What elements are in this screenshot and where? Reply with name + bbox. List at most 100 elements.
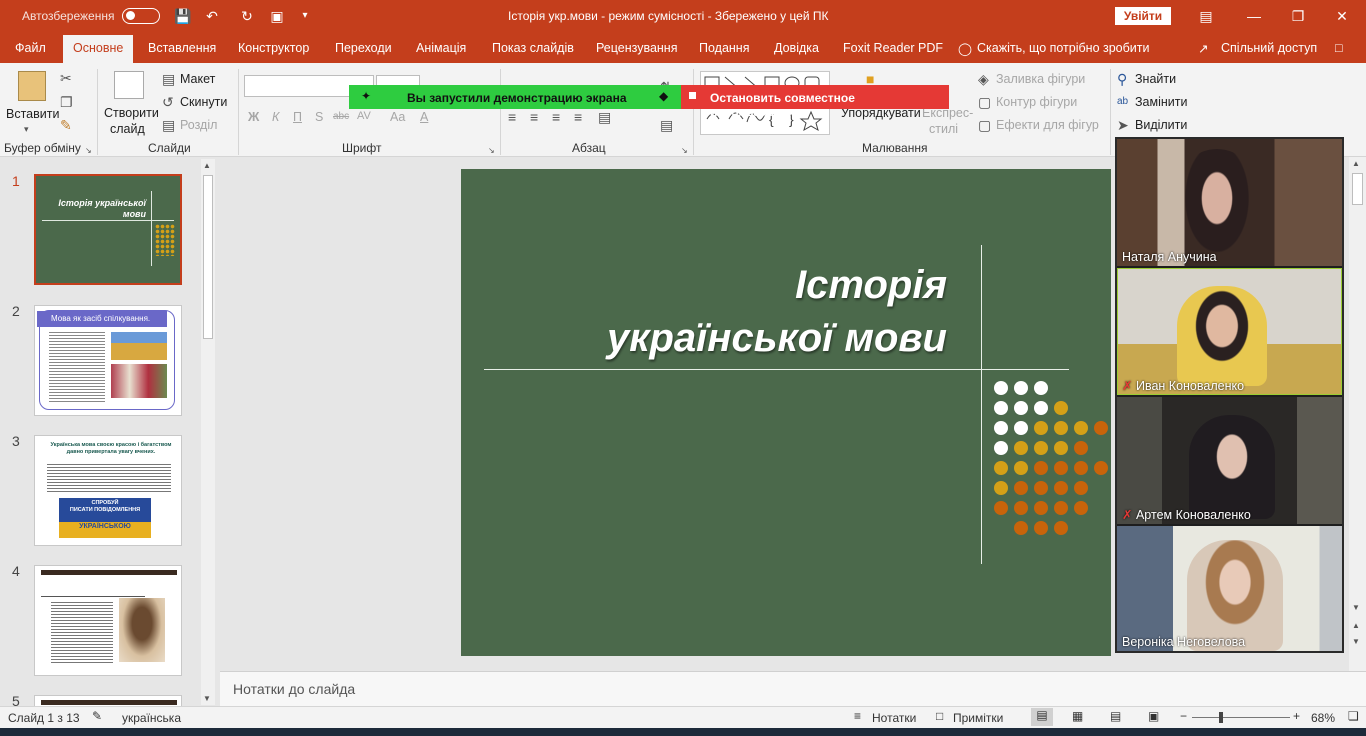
justify-icon[interactable]: ≡: [574, 109, 582, 125]
zoom-level[interactable]: 68%: [1311, 711, 1335, 725]
share-button[interactable]: Спільний доступ: [1221, 41, 1317, 55]
tab-animations[interactable]: Анімація: [416, 41, 466, 55]
separator: [1110, 69, 1111, 155]
format-painter-icon[interactable]: ✎: [60, 117, 72, 133]
tab-design[interactable]: Конструктор: [238, 41, 309, 55]
scroll-down-arrow[interactable]: ▼: [203, 694, 211, 703]
change-case-button[interactable]: Aa: [390, 110, 405, 124]
zoom-slider-thumb[interactable]: [1219, 712, 1223, 723]
redo-icon[interactable]: ↻: [238, 7, 256, 25]
sign-in-button[interactable]: Увійти: [1115, 7, 1171, 25]
scroll-thumb[interactable]: [203, 175, 213, 339]
shape-fill-button[interactable]: Заливка фігури: [996, 72, 1085, 86]
font-color-button[interactable]: A: [420, 110, 428, 124]
tab-view[interactable]: Подання: [699, 41, 749, 55]
char-spacing-button[interactable]: AV: [357, 110, 371, 122]
slide-thumbnail-3[interactable]: Українська мова своєю красою і багатство…: [34, 435, 182, 546]
save-icon[interactable]: 💾: [174, 7, 192, 25]
new-slide-button[interactable]: Створити: [104, 106, 159, 120]
zoom-slider[interactable]: [1192, 712, 1290, 723]
scroll-up-arrow[interactable]: ▲: [203, 161, 211, 170]
slide-thumbnail-2[interactable]: Мова як засіб спілкування.: [34, 305, 182, 416]
zoom-in-button[interactable]: +: [1293, 709, 1300, 723]
minimize-icon[interactable]: —: [1243, 6, 1265, 26]
participant-tile[interactable]: Вероніка Неговелова: [1117, 526, 1342, 651]
close-icon[interactable]: ✕: [1331, 6, 1353, 26]
shape-outline-button[interactable]: Контур фігури: [996, 95, 1077, 109]
replace-button[interactable]: Замінити: [1135, 95, 1187, 109]
columns-icon[interactable]: ▤: [598, 109, 611, 125]
ribbon-tabs: Файл Основне Вставлення Конструктор Пере…: [0, 33, 1366, 63]
present-from-start-icon[interactable]: ▣: [268, 7, 286, 25]
paste-dropdown-icon[interactable]: ▾: [24, 121, 29, 137]
spellcheck-icon[interactable]: ✎: [92, 709, 102, 723]
share-pin-icon[interactable]: ✦: [361, 89, 371, 103]
paste-button[interactable]: Вставити: [6, 107, 59, 121]
tab-insert[interactable]: Вставлення: [148, 41, 216, 55]
current-slide[interactable]: Історія української мови: [461, 169, 1111, 656]
copy-icon[interactable]: ❐: [60, 94, 73, 110]
previous-slide-icon[interactable]: ▲: [1352, 621, 1360, 630]
zoom-out-button[interactable]: −: [1180, 709, 1187, 723]
shape-effects-button[interactable]: Ефекти для фігур: [996, 118, 1099, 132]
tab-foxit[interactable]: Foxit Reader PDF: [843, 41, 943, 55]
group-slides-label: Слайди: [148, 141, 191, 155]
tab-file[interactable]: Файл: [15, 41, 46, 55]
restore-icon[interactable]: ❐: [1287, 6, 1309, 26]
slide-scrollbar[interactable]: ▲ ▼ ▲ ▼: [1349, 157, 1366, 671]
participant-tile[interactable]: Наталя Анучина: [1117, 139, 1342, 266]
align-left-icon[interactable]: ≡: [508, 109, 516, 125]
cut-icon[interactable]: ✂: [60, 70, 72, 86]
slide-sorter-icon[interactable]: ▦: [1072, 709, 1083, 723]
scroll-down-arrow[interactable]: ▼: [1352, 603, 1360, 612]
next-slide-icon[interactable]: ▼: [1352, 637, 1360, 646]
underline-button[interactable]: П: [293, 110, 302, 124]
select-button[interactable]: Виділити: [1135, 118, 1187, 132]
slideshow-view-icon[interactable]: ▣: [1148, 709, 1159, 723]
slide-thumbnail-1[interactable]: Історія української мови: [34, 174, 182, 285]
comments-icon[interactable]: □: [1335, 41, 1343, 55]
reading-view-icon[interactable]: ▤: [1110, 709, 1121, 723]
shadow-button[interactable]: S: [315, 110, 323, 124]
customize-toolbar-icon[interactable]: ▾: [296, 7, 314, 25]
align-text-icon[interactable]: ▤: [660, 117, 673, 133]
new-slide-icon[interactable]: [114, 71, 144, 99]
italic-button[interactable]: К: [272, 110, 279, 124]
tab-home[interactable]: Основне: [63, 35, 134, 63]
tab-slideshow[interactable]: Показ слайдів: [492, 41, 574, 55]
reset-button[interactable]: Скинути: [180, 95, 227, 109]
fit-to-window-icon[interactable]: ❏: [1348, 709, 1359, 723]
layout-button[interactable]: Макет: [180, 72, 215, 86]
slide-thumbnail-4[interactable]: [34, 565, 182, 676]
bold-button[interactable]: Ж: [248, 110, 259, 124]
stop-sharing-button[interactable]: Остановить совместное использование: [681, 85, 949, 119]
scroll-up-arrow[interactable]: ▲: [1352, 159, 1360, 168]
align-right-icon[interactable]: ≡: [552, 109, 560, 125]
participant-tile[interactable]: ✗ Артем Коноваленко: [1117, 397, 1342, 524]
tab-review[interactable]: Рецензування: [596, 41, 677, 55]
notes-toggle[interactable]: Нотатки: [872, 711, 916, 725]
normal-view-icon[interactable]: ▤: [1031, 708, 1053, 726]
find-button[interactable]: Знайти: [1135, 72, 1176, 86]
autosave-toggle[interactable]: [122, 8, 160, 24]
notes-placeholder: Нотатки до слайда: [233, 681, 356, 697]
ribbon-display-icon[interactable]: ▤: [1195, 6, 1217, 26]
thumbnails-scrollbar[interactable]: ▲ ▼: [201, 159, 215, 705]
slide-title[interactable]: Історія української мови: [607, 259, 947, 365]
scroll-thumb[interactable]: [1352, 173, 1363, 205]
strikethrough-button[interactable]: abc: [333, 111, 349, 122]
section-button[interactable]: Розділ: [180, 118, 217, 132]
undo-icon[interactable]: ↶: [203, 7, 221, 25]
language-indicator[interactable]: українська: [122, 711, 181, 725]
tab-transitions[interactable]: Переходи: [335, 41, 392, 55]
align-center-icon[interactable]: ≡: [530, 109, 538, 125]
tab-help[interactable]: Довідка: [774, 41, 819, 55]
comments-toggle[interactable]: Примітки: [953, 711, 1003, 725]
participant-tile-active-speaker[interactable]: ✗ Иван Коноваленко: [1117, 268, 1342, 395]
slide-thumbnail-5[interactable]: [34, 695, 182, 706]
thumb1-dots: [155, 224, 175, 256]
notes-pane[interactable]: Нотатки до слайда: [220, 671, 1366, 706]
paste-icon[interactable]: [18, 71, 46, 101]
tell-me-search[interactable]: Скажіть, що потрібно зробити: [977, 41, 1150, 55]
thumb1-title: Історія української мови: [58, 198, 146, 219]
